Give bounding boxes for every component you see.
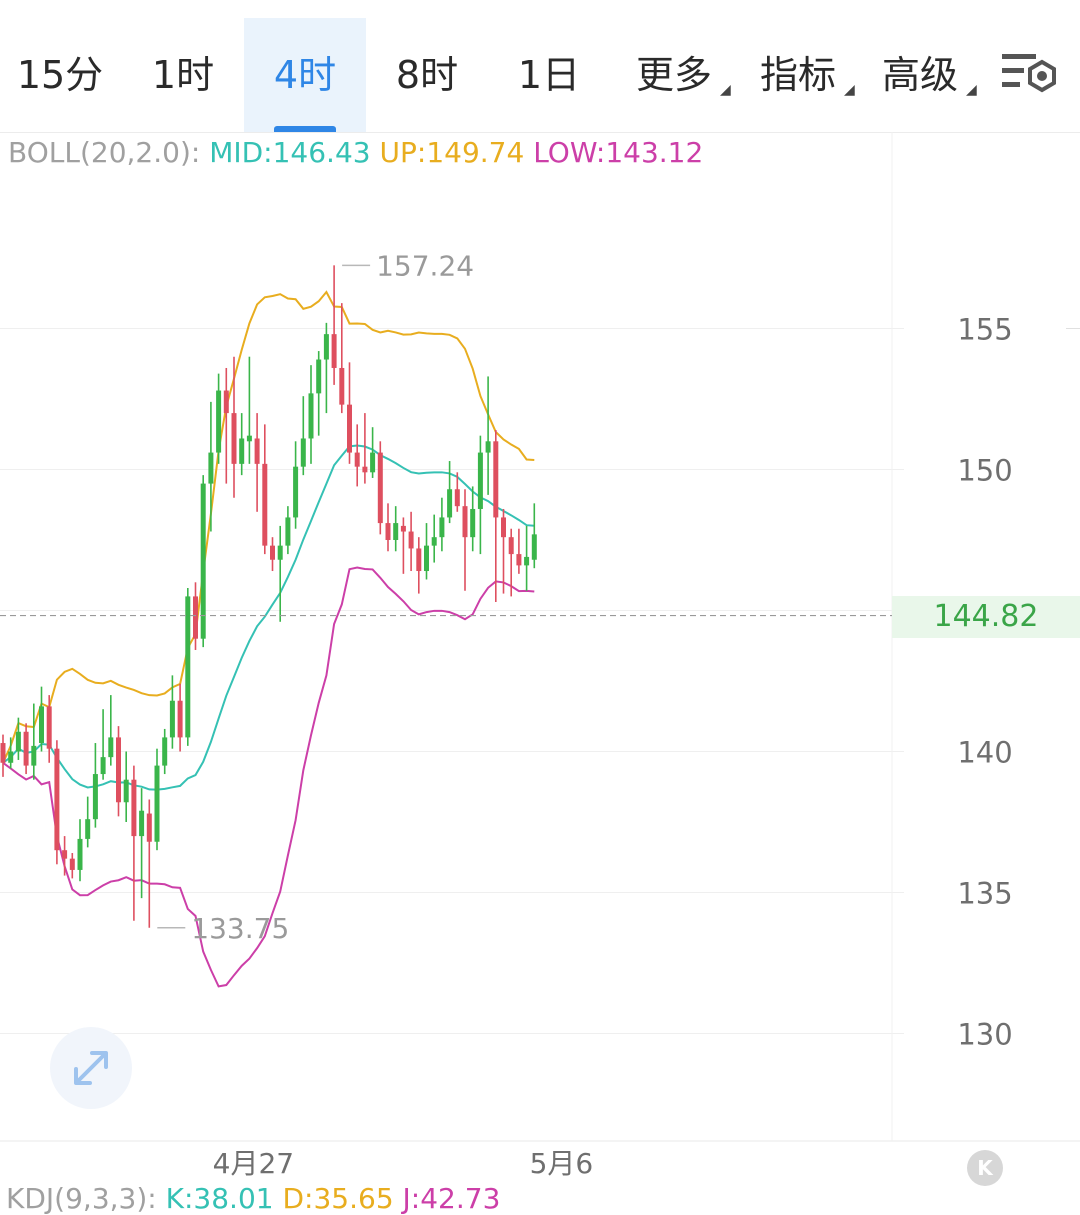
boll-upper-band: [2, 290, 535, 764]
candle-body: [470, 508, 476, 538]
candle-body: [169, 700, 175, 738]
candle-body: [323, 334, 329, 360]
candle-body: [185, 596, 191, 738]
candle-body: [431, 537, 437, 546]
candle-body: [316, 359, 322, 394]
candle-body: [246, 435, 252, 442]
candle-body: [23, 731, 29, 766]
y-tick-label: 140: [957, 736, 1012, 770]
candle-body: [46, 706, 52, 749]
candle-body: [516, 554, 522, 566]
kdj-k-value: K:38.01: [165, 1182, 274, 1215]
candle-body: [339, 367, 345, 405]
candle-body: [262, 463, 268, 546]
candle-body: [493, 441, 499, 518]
candle-body: [454, 489, 460, 507]
candle-body: [439, 517, 445, 538]
candle-body: [370, 452, 376, 473]
candle-body: [239, 438, 245, 464]
candle-body: [424, 545, 429, 572]
candle-body: [354, 452, 360, 467]
y-tick-label: 155: [957, 313, 1012, 347]
expand-arrows-icon[interactable]: [50, 1027, 132, 1109]
y-tick-label: 130: [957, 1018, 1012, 1052]
candle-body: [285, 517, 291, 546]
candle-body: [146, 813, 152, 842]
candle-body: [0, 743, 6, 763]
candle-body: [116, 737, 121, 803]
candle-body: [531, 534, 537, 560]
candle-body: [123, 779, 129, 803]
candle-body: [300, 438, 306, 467]
candle-body: [108, 737, 114, 758]
kdj-d-value: D:35.65: [282, 1182, 394, 1215]
candle-body: [8, 751, 14, 763]
candle-body: [162, 737, 168, 766]
candle-body: [154, 765, 160, 842]
candle-body: [508, 537, 514, 555]
candle-body: [223, 390, 229, 414]
candle-body: [193, 596, 198, 639]
candle-body: [485, 441, 491, 453]
candle-body: [39, 706, 44, 744]
candle-body: [447, 489, 453, 518]
candle-body: [208, 452, 214, 484]
candle-body: [362, 466, 368, 473]
candle-body: [501, 517, 506, 538]
y-tick-label: 135: [957, 877, 1012, 911]
candle-body: [100, 757, 106, 775]
kdj-label: KDJ(9,3,3):: [6, 1182, 157, 1215]
kdj-indicator-legend: KDJ(9,3,3): K:38.01 D:35.65 J:42.73: [6, 1182, 500, 1215]
candle-body: [139, 810, 145, 837]
candle-body: [177, 700, 183, 738]
x-tick-label: 4月27: [213, 1147, 294, 1180]
high-price-label: 157.24: [376, 249, 474, 282]
candle-body: [62, 850, 68, 859]
candle-body: [393, 523, 399, 540]
kdj-j-value: J:42.73: [402, 1182, 501, 1215]
candle-body: [231, 413, 237, 464]
candle-body: [69, 858, 75, 870]
x-tick-label: 5月6: [530, 1147, 594, 1180]
boll-mid-line: [2, 444, 535, 791]
y-tick-label: 150: [957, 454, 1012, 488]
candle-body: [416, 548, 422, 572]
current-price-tag: 144.82: [892, 596, 1080, 638]
candle-body: [15, 731, 21, 752]
candle-body: [54, 748, 60, 851]
candle-body: [377, 452, 383, 524]
candle-body: [331, 334, 337, 368]
candle-body: [400, 525, 406, 532]
candle-body: [408, 531, 414, 549]
candle-body: [270, 545, 275, 560]
candle-body: [216, 390, 222, 453]
candle-body: [31, 745, 37, 766]
candle-body: [131, 779, 137, 837]
candle-body: [462, 506, 468, 538]
candle-body: [477, 452, 483, 509]
candle-body: [92, 774, 98, 820]
candle-body: [277, 545, 283, 560]
candle-body: [77, 838, 83, 870]
candle-body: [385, 523, 391, 540]
candle-body: [293, 466, 299, 518]
candle-body: [85, 819, 91, 839]
low-price-label: 133.75: [191, 912, 289, 945]
k-logo-badge: K: [967, 1150, 1003, 1186]
candle-body: [347, 404, 352, 453]
candle-body: [254, 438, 260, 464]
candle-body: [308, 393, 314, 439]
candle-body: [524, 556, 530, 566]
